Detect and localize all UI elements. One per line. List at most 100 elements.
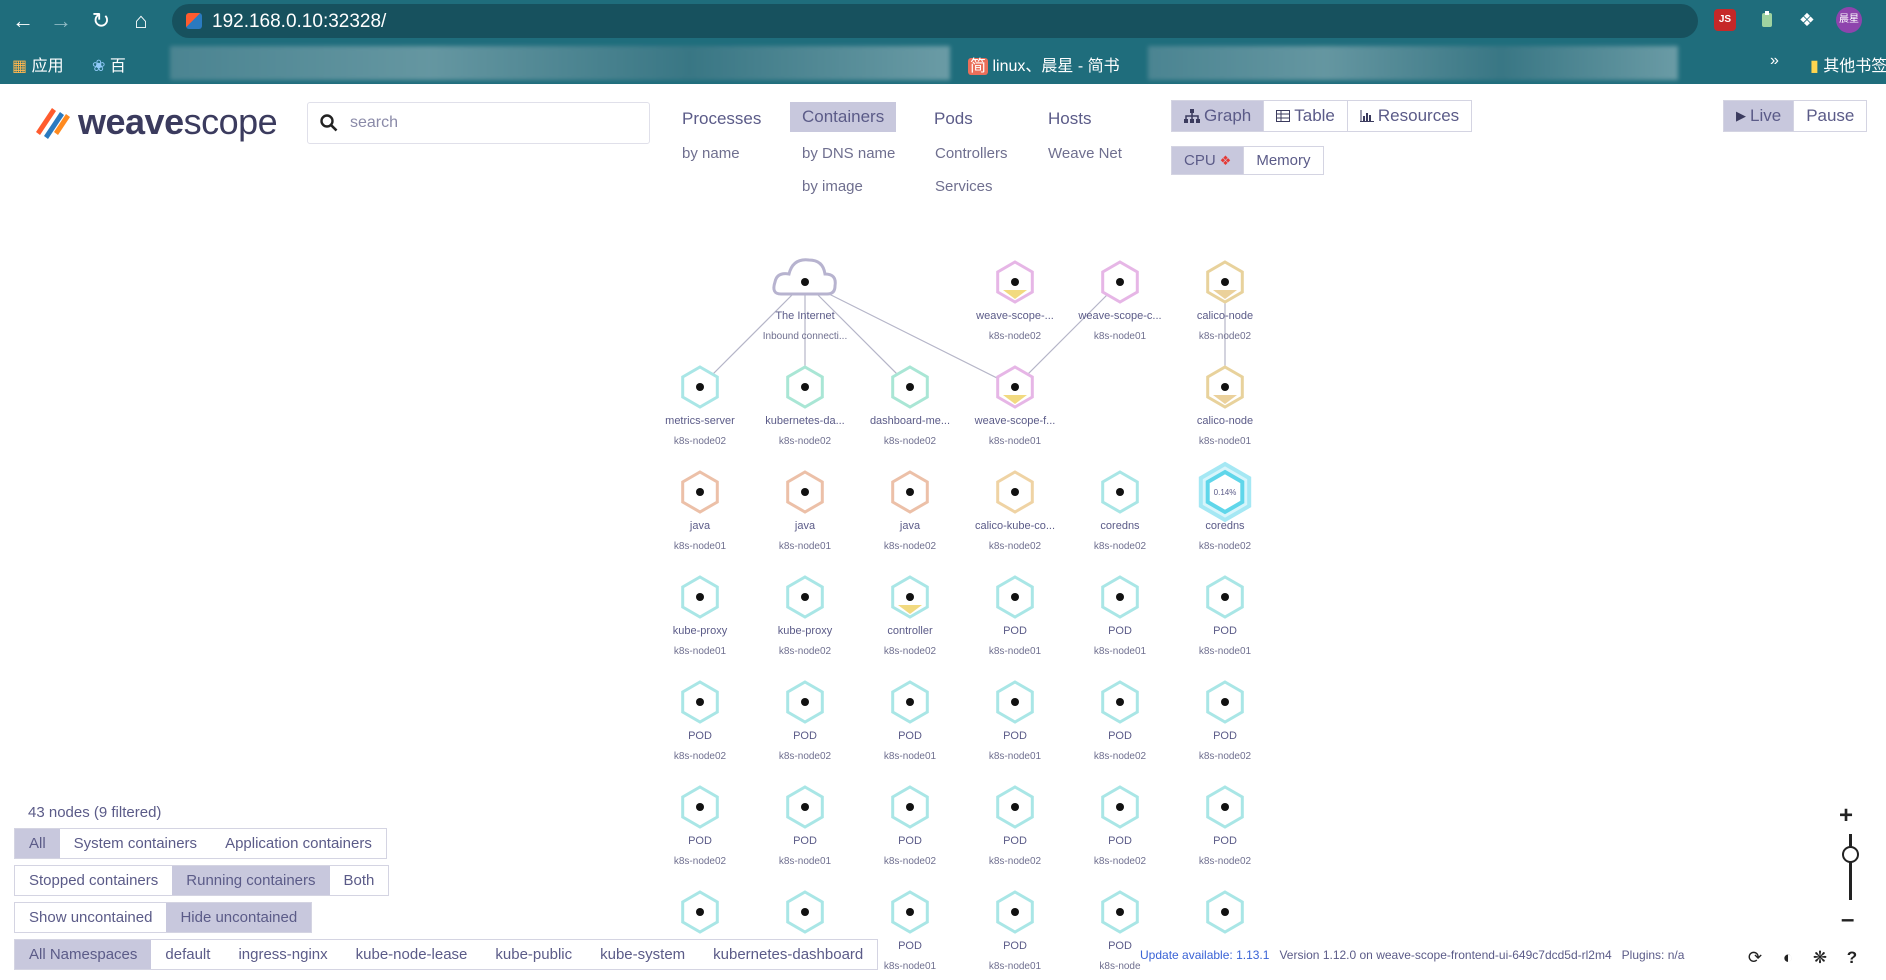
container-node[interactable] xyxy=(786,470,824,514)
filter-namespace-ingress-nginx[interactable]: ingress-nginx xyxy=(224,940,341,969)
subtopology-weave-net[interactable]: Weave Net xyxy=(1048,145,1122,162)
subtopology-containers-by-image[interactable]: by image xyxy=(802,178,863,195)
container-node[interactable] xyxy=(891,365,929,409)
container-node[interactable] xyxy=(1206,680,1244,724)
container-node[interactable] xyxy=(786,785,824,829)
baidu-bookmark[interactable]: ❀ 百 xyxy=(92,52,126,76)
container-node[interactable] xyxy=(1101,575,1139,619)
container-node[interactable] xyxy=(996,470,1034,514)
topology-pods[interactable]: Pods xyxy=(922,104,985,134)
zoom-slider-handle[interactable] xyxy=(1842,845,1859,863)
container-node[interactable] xyxy=(1206,365,1244,409)
cpu-metric-button[interactable]: CPU ❖ xyxy=(1172,147,1245,174)
pause-button[interactable]: Pause xyxy=(1794,101,1866,131)
internet-node[interactable] xyxy=(772,258,837,296)
filter-namespace-kube-system[interactable]: kube-system xyxy=(586,940,699,969)
container-node[interactable] xyxy=(891,575,929,619)
container-node[interactable] xyxy=(681,365,719,409)
filter-show-uncontained[interactable]: Show uncontained xyxy=(15,903,166,932)
other-bookmarks-label: 其他书签 xyxy=(1823,58,1886,75)
container-node[interactable] xyxy=(996,575,1034,619)
container-node[interactable] xyxy=(1206,260,1244,304)
js-extension-icon[interactable]: JS xyxy=(1714,9,1736,31)
search-box[interactable] xyxy=(307,102,650,144)
search-input[interactable] xyxy=(350,111,640,135)
filter-application-containers[interactable]: Application containers xyxy=(211,829,386,858)
container-node[interactable] xyxy=(681,890,719,934)
profile-avatar[interactable]: 晨星 xyxy=(1836,7,1862,33)
container-node[interactable] xyxy=(996,365,1034,409)
container-node[interactable] xyxy=(786,365,824,409)
live-button[interactable]: ▶ Live xyxy=(1724,101,1795,131)
container-node[interactable] xyxy=(1101,680,1139,724)
filter-hide-uncontained[interactable]: Hide uncontained xyxy=(166,903,312,932)
weavescope-logo[interactable]: weavescope xyxy=(32,100,278,144)
help-icon[interactable]: ? xyxy=(1842,948,1862,968)
container-node[interactable] xyxy=(996,260,1034,304)
container-node[interactable] xyxy=(996,890,1034,934)
filter-running-containers[interactable]: Running containers xyxy=(172,866,330,895)
home-icon[interactable]: ⌂ xyxy=(128,8,154,34)
container-node[interactable] xyxy=(1101,470,1139,514)
subtopology-services[interactable]: Services xyxy=(935,178,993,195)
filter-namespace-kubernetes-dashboard[interactable]: kubernetes-dashboard xyxy=(699,940,877,969)
graph-view-button[interactable]: Graph xyxy=(1172,101,1265,131)
zoom-slider-track[interactable] xyxy=(1849,834,1852,900)
update-available-link[interactable]: Update available: 1.13.1 xyxy=(1140,948,1269,962)
container-node[interactable] xyxy=(1206,785,1244,829)
container-node[interactable] xyxy=(996,785,1034,829)
address-bar[interactable]: 192.168.0.10:32328/ xyxy=(172,4,1698,38)
filter-both[interactable]: Both xyxy=(330,866,389,895)
topology-hosts[interactable]: Hosts xyxy=(1036,104,1103,134)
filter-system-containers[interactable]: System containers xyxy=(60,829,211,858)
filter-all-namespaces[interactable]: All Namespaces xyxy=(15,940,152,969)
container-node[interactable] xyxy=(1206,890,1244,934)
container-node[interactable] xyxy=(786,575,824,619)
zoom-in-button[interactable]: + xyxy=(1839,802,1853,830)
container-node[interactable] xyxy=(681,785,719,829)
topology-processes[interactable]: Processes xyxy=(670,104,773,134)
container-node[interactable] xyxy=(681,680,719,724)
contrast-icon[interactable]: ◐ xyxy=(1778,948,1798,968)
apps-bookmark[interactable]: ▦ 应用 xyxy=(12,52,64,76)
other-bookmarks[interactable]: ▮ 其他书签 xyxy=(1810,52,1886,76)
bug-icon[interactable]: ❋ xyxy=(1810,948,1830,968)
back-arrow-icon[interactable]: ← xyxy=(10,8,36,34)
memory-metric-button[interactable]: Memory xyxy=(1244,147,1322,174)
container-node[interactable] xyxy=(1101,890,1139,934)
jianshu-bookmark[interactable]: 简 linux、晨星 - 简书 xyxy=(968,52,1120,76)
container-node[interactable] xyxy=(681,575,719,619)
container-node[interactable] xyxy=(891,785,929,829)
container-node[interactable] xyxy=(1206,575,1244,619)
topology-containers[interactable]: Containers xyxy=(790,102,897,132)
filter-namespace-kube-node-lease[interactable]: kube-node-lease xyxy=(342,940,482,969)
container-node[interactable] xyxy=(786,890,824,934)
forward-arrow-icon[interactable]: → xyxy=(48,8,74,34)
filter-all[interactable]: All xyxy=(15,829,60,858)
more-bookmarks-chevron-icon[interactable]: » xyxy=(1770,52,1779,70)
node-label: calico-node xyxy=(1196,415,1254,427)
table-view-button[interactable]: Table xyxy=(1264,101,1348,131)
container-node[interactable] xyxy=(786,680,824,724)
refresh-icon[interactable]: ⟳ xyxy=(1745,948,1765,968)
container-node[interactable] xyxy=(996,680,1034,724)
resources-view-button[interactable]: Resources xyxy=(1348,101,1471,131)
url-text[interactable]: 192.168.0.10:32328/ xyxy=(212,11,386,33)
container-node[interactable] xyxy=(1101,260,1139,304)
filter-stopped-containers[interactable]: Stopped containers xyxy=(15,866,172,895)
container-node[interactable] xyxy=(681,470,719,514)
filter-namespace-kube-public[interactable]: kube-public xyxy=(481,940,586,969)
subtopology-processes-by-name[interactable]: by name xyxy=(682,145,740,162)
container-node[interactable] xyxy=(891,470,929,514)
filter-namespace-default[interactable]: default xyxy=(151,940,224,969)
puzzle-extensions-icon[interactable]: ❖ xyxy=(1796,9,1818,31)
extension-icon[interactable] xyxy=(1756,9,1778,31)
subtopology-containers-by-dns-name[interactable]: by DNS name xyxy=(802,145,895,162)
zoom-out-button[interactable]: – xyxy=(1841,906,1854,934)
container-node[interactable] xyxy=(1101,785,1139,829)
subtopology-controllers[interactable]: Controllers xyxy=(935,145,1008,162)
container-node[interactable] xyxy=(891,890,929,934)
container-node[interactable]: 0.14% xyxy=(1198,461,1252,523)
container-node[interactable] xyxy=(891,680,929,724)
reload-icon[interactable]: ↻ xyxy=(88,8,114,34)
